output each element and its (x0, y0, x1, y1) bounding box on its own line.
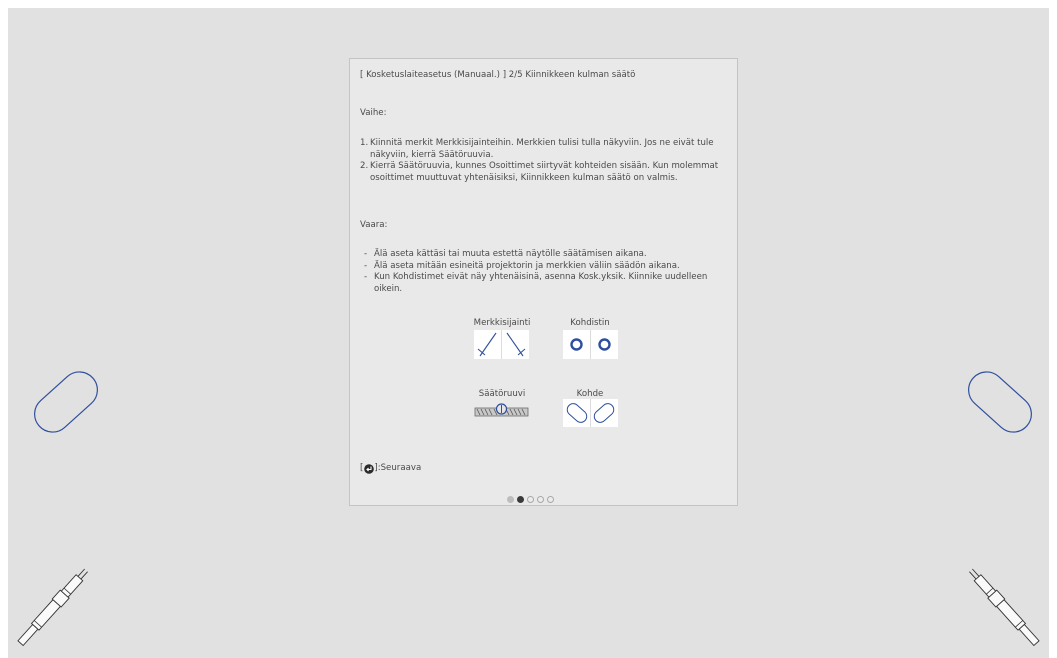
warning-text: Älä aseta mitään esineitä projektorin ja… (374, 260, 680, 271)
enter-icon (364, 463, 374, 474)
warning-text: Kun Kohdistimet eivät näy yhtenäisinä, a… (374, 272, 708, 294)
step-text: Kierrä Säätöruuvia, kunnes Osoittimet si… (370, 161, 719, 183)
step-number: 1. (360, 138, 369, 148)
page-dot-4 (537, 496, 544, 503)
step-number: 2. (360, 161, 369, 171)
page-dot-3 (527, 496, 534, 503)
page-dot-2 (517, 496, 524, 503)
step-text: Kiinnitä merkit Merkkisijainteihin. Merk… (370, 138, 714, 160)
screw-icon (474, 403, 529, 417)
target-icon (566, 399, 615, 427)
steps-heading: Vaihe: (360, 108, 387, 118)
pointer-label: Kohdistin (570, 318, 610, 328)
page-dot-1 (507, 496, 514, 503)
next-open-bracket: [ (360, 463, 364, 473)
list-item: 2. Kierrä Säätöruuvia, kunnes Osoittimet… (360, 161, 732, 184)
marker-position-label: Merkkisijainti (473, 318, 531, 328)
marker-position-image (474, 330, 529, 359)
left-target-icon (34, 371, 98, 433)
warnings-list: - Älä aseta kättäsi tai muuta estettä näy… (360, 249, 732, 295)
target-image (563, 399, 618, 427)
steps-list: 1. Kiinnitä merkit Merkkisijainteihin. M… (360, 138, 732, 184)
page-title: [ Kosketuslaiteasetus (Manuaal.) ] 2/5 K… (360, 70, 636, 80)
pointer-icon (570, 330, 611, 359)
list-item: 1. Kiinnitä merkit Merkkisijainteihin. M… (360, 138, 732, 161)
pointer-image (563, 330, 618, 359)
page-indicator (507, 496, 554, 503)
page-dot-5 (547, 496, 554, 503)
list-item: - Älä aseta mitään esineitä projektorin j… (364, 260, 680, 271)
adjustment-screw-label: Säätöruuvi (478, 389, 526, 399)
warning-text: Älä aseta kättäsi tai muuta estettä näyt… (374, 249, 647, 259)
marker-icon (477, 330, 526, 359)
adjustment-screw-image (474, 403, 529, 420)
right-target-icon (968, 371, 1032, 433)
warning-heading: Vaara: (360, 220, 388, 230)
next-label: ]:Seuraava (374, 463, 422, 473)
list-item: - Kun Kohdistimet eivät näy yhtenäisinä, … (364, 272, 708, 294)
list-item: - Älä aseta kättäsi tai muuta estettä näy… (364, 249, 647, 259)
next-hint: [ ]:Seuraava (360, 463, 421, 475)
left-touch-pen-icon (17, 568, 88, 647)
right-touch-pen-icon (969, 568, 1040, 647)
instruction-panel: [ Kosketuslaiteasetus (Manuaal.) ] 2/5 K… (349, 58, 738, 506)
